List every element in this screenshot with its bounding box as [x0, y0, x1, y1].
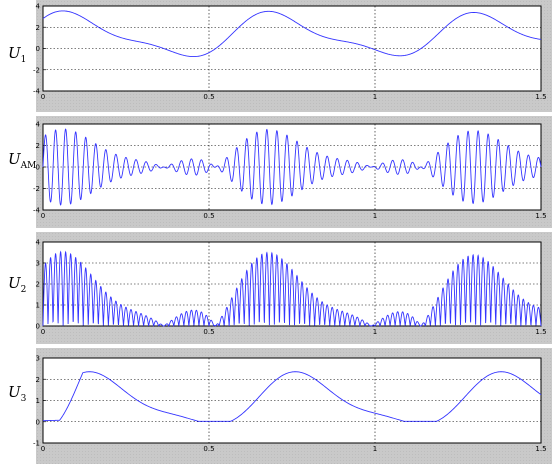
y-tick-label: 4 — [36, 3, 41, 11]
y-tick-label: -2 — [33, 66, 40, 74]
y-tick-label: 2 — [36, 376, 40, 384]
plots-svg: 0 0.5 1 1.5420-2-40 0.5 1 1.5420-2-40 0.5 1 1.543… — [33, 3, 547, 454]
figure: U1 UAM U2 U3 0 0.5 1 1.5 4 2 0 -2 -4 0 0.5 1 1.5 4 2 0-… — [0, 0, 552, 470]
x-tick-label: 1.5 — [535, 212, 546, 220]
y-tick-label: 4 — [36, 239, 41, 247]
y-tick-label: 2 — [36, 24, 40, 32]
x-tick-label: 0.5 — [203, 212, 214, 220]
y-tick-label: 1 — [36, 397, 40, 405]
y-tick-label: -4 — [33, 207, 41, 215]
x-tick-label: 1.5 — [535, 328, 546, 336]
y-tick-label: 4 — [36, 121, 41, 129]
x-tick-label: 0 — [41, 212, 45, 220]
x-tick-label: 0.5 — [203, 328, 214, 336]
x-tick-label: 1.5 — [535, 445, 546, 453]
y-tick-label: 3 — [36, 355, 40, 363]
x-tick-label: 1 — [373, 93, 377, 101]
x-tick-label: 1 — [373, 212, 377, 220]
y-tick-label: 0 — [36, 323, 40, 331]
y-tick-label: -4 — [33, 88, 41, 96]
x-tick-label: 1.5 — [535, 93, 546, 101]
x-tick-label: 0 — [41, 93, 45, 101]
y-tick-label: 2 — [36, 142, 40, 150]
x-tick-label: 0 — [41, 445, 45, 453]
y-tick-label: 2 — [36, 281, 40, 289]
y-tick-label: 0 — [36, 164, 40, 172]
x-tick-label: 0 — [41, 328, 45, 336]
y-tick-label: -1 — [33, 440, 40, 448]
x-tick-label: 0.5 — [203, 93, 214, 101]
y-tick-label: -2 — [33, 185, 40, 193]
x-tick-label: 1 — [373, 445, 377, 453]
y-tick-label: 3 — [36, 260, 40, 268]
x-tick-label: 1 — [373, 328, 377, 336]
y-tick-label: 0 — [36, 418, 40, 426]
y-tick-label: 0 — [36, 45, 40, 53]
y-tick-label: 1 — [36, 302, 40, 310]
x-tick-label: 0.5 — [203, 445, 214, 453]
